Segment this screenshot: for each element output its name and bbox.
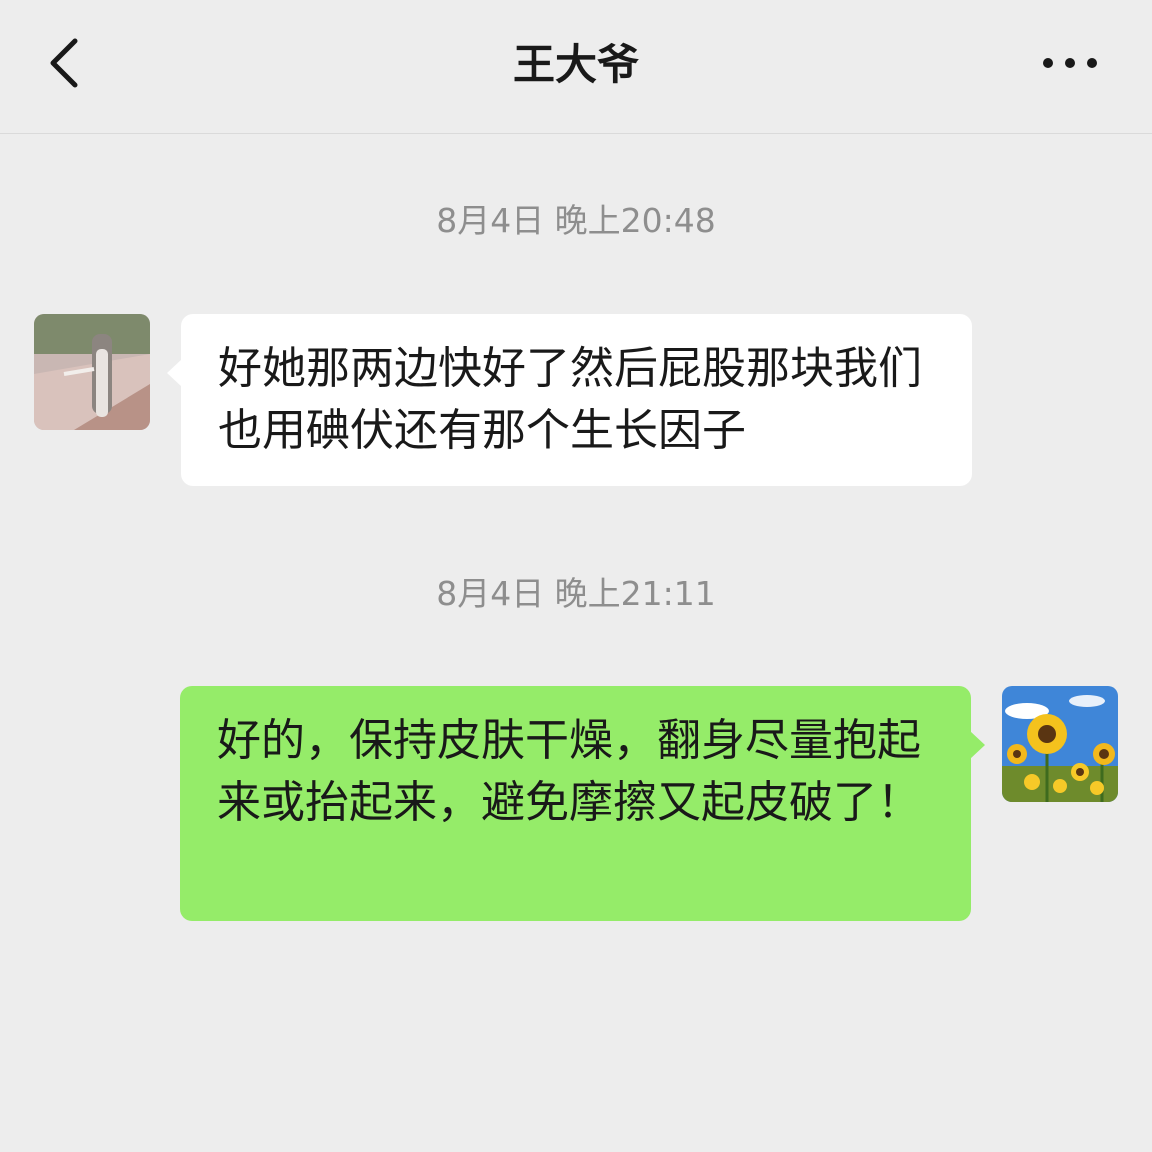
message-bubble-incoming[interactable]: 好她那两边快好了然后屁股那块我们也用碘伏还有那个生长因子 <box>167 314 972 486</box>
back-button[interactable] <box>30 30 100 100</box>
message-bubble-outgoing[interactable]: 好的，保持皮肤干燥，翻身尽量抱起来或抬起来，避免摩擦又起皮破了！ <box>180 686 985 921</box>
chat-title: 王大爷 <box>512 40 639 89</box>
contact-avatar[interactable] <box>34 314 150 430</box>
chevron-left-icon <box>45 35 85 95</box>
more-options-button[interactable] <box>1030 30 1110 100</box>
message-timestamp: 8月4日 晚上21:11 <box>436 574 716 613</box>
more-dots-icon <box>1040 55 1100 75</box>
chat-header: 王大爷 <box>0 0 1152 134</box>
self-avatar[interactable] <box>1002 686 1118 802</box>
message-timestamp: 8月4日 晚上20:48 <box>436 201 716 240</box>
